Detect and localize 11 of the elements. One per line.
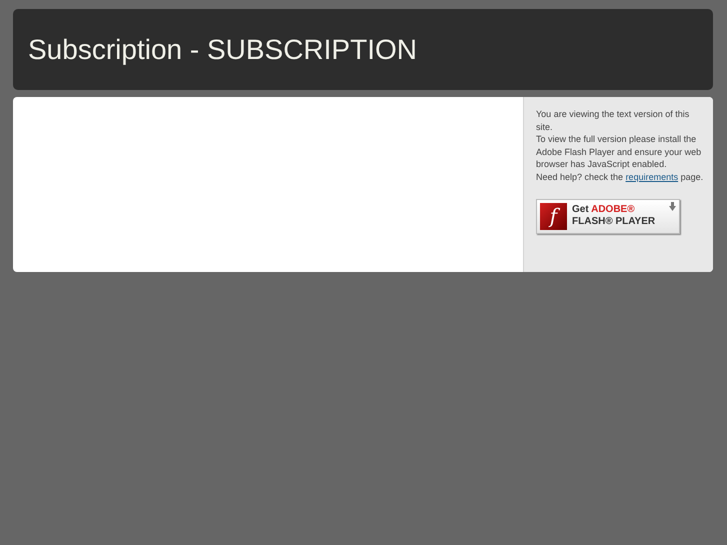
info-text: To view the full version please install the Adobe Flash Player and ensure your web browser has JavaScript enabled. — [536, 133, 702, 171]
requirements-link[interactable]: requirements — [626, 172, 678, 182]
help-text: Need help? check the requirements page. — [536, 170, 704, 184]
get-flash-player-button[interactable]: f Get ADOBE® FLASH® PLAYER — [536, 198, 680, 234]
product-label: FLASH® PLAYER — [572, 216, 656, 228]
info-text: You are viewing the text version of this site. — [536, 108, 690, 134]
get-label: Get — [572, 204, 589, 216]
download-arrow-icon — [669, 202, 676, 211]
page-title: Subscription - SUBSCRIPTION — [28, 36, 417, 64]
flash-logo: f — [540, 202, 567, 230]
brand-label: ADOBE® — [591, 204, 635, 216]
